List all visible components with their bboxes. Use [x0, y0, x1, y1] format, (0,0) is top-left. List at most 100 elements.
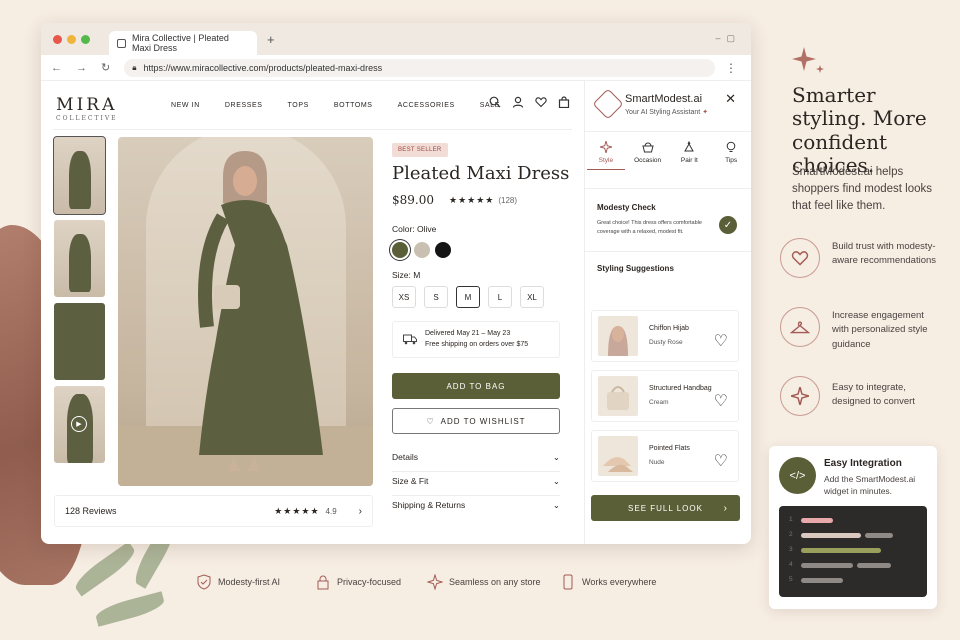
model-figure: [198, 151, 323, 471]
reviews-bar[interactable]: 128 Reviews ★★★★★ 4.9 ›: [54, 495, 373, 527]
tab-bar: Mira Collective | Pleated Maxi Dress + –…: [41, 23, 751, 55]
code-line: [801, 563, 853, 568]
heart-outline-icon[interactable]: ♡: [714, 391, 728, 411]
tab-label: Pair It: [680, 157, 698, 164]
size-xl[interactable]: XL: [520, 286, 544, 308]
suggestion-card-flats[interactable]: Pointed Flats Nude ♡: [591, 430, 739, 482]
rating-stars: ★★★★★: [449, 195, 495, 205]
tab-style[interactable]: Style: [586, 141, 625, 170]
back-icon[interactable]: ←: [51, 62, 62, 74]
code-line-number: 2: [789, 531, 793, 538]
feature-text-trust: Build trust with modesty-aware recommend…: [832, 241, 937, 267]
styling-suggestions-title: Styling Suggestions: [597, 264, 674, 273]
accordion-details[interactable]: Details ⌄: [392, 452, 560, 472]
lock-icon: [317, 575, 329, 590]
suggestion-card-handbag[interactable]: Structured Handbag Cream ♡: [591, 370, 739, 422]
minimize-dot[interactable]: [67, 34, 76, 44]
product-thumbnail-1[interactable]: [53, 136, 106, 215]
delivery-dates: Delivered May 21 – May 23: [425, 330, 511, 337]
color-swatch-olive[interactable]: [392, 242, 408, 258]
account-icon[interactable]: [512, 96, 524, 108]
truck-icon: [403, 334, 417, 345]
code-line: [801, 548, 881, 553]
product-price: $89.00: [392, 193, 434, 207]
sparkle-icon: [792, 47, 824, 73]
suggestion-card-hijab[interactable]: Chiffon Hijab Dusty Rose ♡: [591, 310, 739, 362]
chevron-down-icon: ⌄: [552, 500, 560, 510]
sparkle-feature-icon: [780, 376, 820, 416]
code-line: [801, 533, 861, 538]
modesty-check-text: Great choice! This dress offers comforta…: [597, 220, 702, 235]
hijab-image: [598, 316, 638, 356]
heart-outline-icon[interactable]: ♡: [714, 451, 728, 471]
color-swatch-stone[interactable]: [414, 242, 430, 258]
assistant-subtitle: Your AI Styling Assistant ✦: [625, 108, 708, 116]
play-icon[interactable]: ▶: [71, 416, 87, 432]
tab-pair-it[interactable]: Pair It: [670, 141, 708, 170]
assistant-subtitle-text: Your AI Styling Assistant: [625, 109, 701, 116]
tab-occasion[interactable]: Occasion: [629, 141, 667, 170]
see-full-look-button[interactable]: SEE FULL LOOK ›: [591, 495, 740, 521]
window-controls-icon[interactable]: –▢: [715, 33, 741, 44]
nav-new-in[interactable]: NEW IN: [171, 102, 200, 109]
forward-icon[interactable]: →: [76, 62, 87, 74]
suggestion-variant: Dusty Rose: [649, 339, 683, 346]
new-tab-icon[interactable]: +: [267, 32, 275, 47]
size-label: Size: M: [392, 270, 421, 280]
maximize-dot[interactable]: [81, 34, 90, 44]
product-thumbnail-2[interactable]: [54, 220, 105, 297]
tab-tips[interactable]: Tips: [712, 141, 750, 170]
trust-item-seamless: Seamless on any store: [427, 574, 541, 590]
chevron-right-icon[interactable]: ›: [359, 506, 362, 517]
suggestion-name: Chiffon Hijab: [649, 325, 689, 332]
accordion-label: Size & Fit: [392, 476, 429, 486]
chevron-right-icon: ›: [723, 502, 728, 514]
dress-image: [68, 234, 91, 292]
phone-icon: [563, 574, 573, 590]
store-logo[interactable]: MIRA COLLECTIVE: [56, 95, 118, 122]
reload-icon[interactable]: ↻: [101, 61, 110, 74]
browser-menu-icon[interactable]: ⋮: [725, 61, 737, 75]
logo-subtext: COLLECTIVE: [56, 115, 118, 122]
url-field[interactable]: 🔒︎ https://www.miracollective.com/product…: [124, 58, 715, 77]
product-rating[interactable]: ★★★★★ (128): [449, 195, 517, 206]
close-dot[interactable]: [53, 34, 62, 44]
bag-icon[interactable]: [558, 96, 570, 108]
size-l[interactable]: L: [488, 286, 512, 308]
trust-label: Works everywhere: [582, 577, 657, 587]
size-xs[interactable]: XS: [392, 286, 416, 308]
shipping-note: Free shipping on orders over $75: [425, 341, 529, 349]
size-s[interactable]: S: [424, 286, 448, 308]
code-line-number: 3: [789, 546, 793, 553]
nav-accessories[interactable]: ACCESSORIES: [398, 102, 455, 109]
store-page: MIRA COLLECTIVE NEW IN DRESSES TOPS BOTTO…: [41, 81, 584, 544]
nav-tops[interactable]: TOPS: [288, 102, 309, 109]
accordion-shipping-returns[interactable]: Shipping & Returns ⌄: [392, 500, 560, 519]
product-video-thumbnail[interactable]: ▶: [54, 386, 105, 463]
dress-image: [68, 151, 91, 209]
address-bar: ← → ↻ 🔒︎ https://www.miracollective.com/p…: [41, 55, 751, 81]
search-icon[interactable]: [489, 96, 501, 108]
nav-bottoms[interactable]: BOTTOMS: [334, 102, 373, 109]
handbag-image: [598, 376, 638, 416]
suggestion-name: Pointed Flats: [649, 445, 690, 452]
code-line-number: 4: [789, 561, 793, 568]
heart-outline-icon[interactable]: ♡: [714, 331, 728, 351]
nav-dresses[interactable]: DRESSES: [225, 102, 263, 109]
add-to-wishlist-button[interactable]: ♡ ADD TO WISHLIST: [392, 408, 560, 434]
lock-icon: 🔒︎: [132, 62, 137, 72]
code-line: [857, 563, 891, 568]
code-icon: </>: [779, 457, 816, 494]
code-line: [865, 533, 893, 538]
product-thumbnail-3[interactable]: [54, 303, 105, 380]
main-nav: NEW IN DRESSES TOPS BOTTOMS ACCESSORIES …: [171, 102, 500, 109]
accordion-size-fit[interactable]: Size & Fit ⌄: [392, 476, 560, 496]
add-to-bag-button[interactable]: ADD TO BAG: [392, 373, 560, 399]
color-swatch-black[interactable]: [435, 242, 451, 258]
chevron-down-icon: ⌄: [552, 476, 560, 486]
leaf-decoration: [93, 591, 167, 627]
close-icon[interactable]: ✕: [725, 91, 736, 107]
size-m[interactable]: M: [456, 286, 480, 308]
heart-icon[interactable]: [535, 96, 547, 108]
browser-tab[interactable]: Mira Collective | Pleated Maxi Dress: [109, 31, 257, 55]
